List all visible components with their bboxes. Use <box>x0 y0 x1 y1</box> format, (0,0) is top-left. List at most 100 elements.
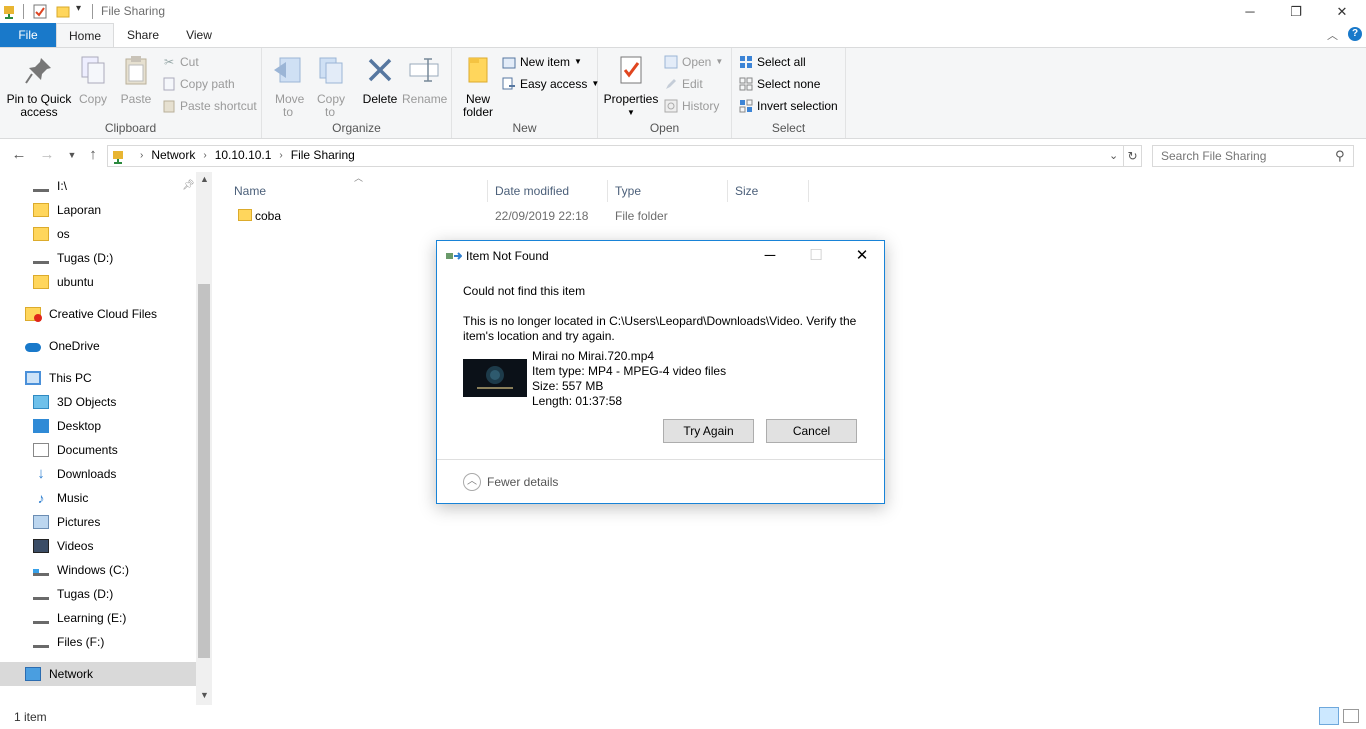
breadcrumb-file-sharing[interactable]: File Sharing <box>291 148 355 162</box>
new-item-icon <box>502 57 516 69</box>
videos-icon <box>33 539 49 553</box>
properties-quick-icon[interactable] <box>33 4 47 19</box>
try-again-button[interactable]: Try Again <box>663 419 754 443</box>
recent-locations-button[interactable]: ▼ <box>63 146 81 164</box>
nav-item-this-pc[interactable]: This PC <box>25 366 92 390</box>
copy-button[interactable]: Copy <box>76 54 110 106</box>
minimize-button[interactable]: ─ <box>1227 0 1273 23</box>
chevron-down-icon: ▼ <box>715 57 724 66</box>
network-folder-icon <box>113 151 123 164</box>
nav-item-tugas-d[interactable]: Tugas (D:) <box>33 246 113 270</box>
breadcrumb-separator-icon[interactable]: › <box>279 150 282 161</box>
column-header-date[interactable]: Date modified <box>487 180 608 202</box>
nav-item-tugas-d-2[interactable]: Tugas (D:) <box>33 582 113 606</box>
nav-item-downloads[interactable]: ↓ Downloads <box>33 462 116 486</box>
nav-item-windows-c[interactable]: Windows (C:) <box>33 558 129 582</box>
tab-home[interactable]: Home <box>56 23 114 48</box>
paste-shortcut-icon <box>163 100 175 113</box>
invert-selection-button[interactable]: Invert selection <box>739 96 838 116</box>
refresh-button[interactable]: ↻ <box>1124 145 1142 167</box>
nav-item-documents[interactable]: Documents <box>33 438 118 462</box>
address-dropdown-icon[interactable]: ⌄ <box>1109 149 1118 162</box>
up-button[interactable]: ↑ <box>84 146 102 164</box>
nav-item-ubuntu[interactable]: ubuntu <box>33 270 94 294</box>
customize-quick-access-icon[interactable]: ▾ <box>76 3 81 14</box>
breadcrumb-separator-icon[interactable]: › <box>140 150 143 161</box>
nav-item-desktop[interactable]: Desktop <box>33 414 101 438</box>
nav-item-i-drive[interactable]: I:\ <box>33 174 67 198</box>
address-bar[interactable]: › Network › 10.10.10.1 › File Sharing ⌄ <box>107 145 1124 167</box>
collapse-ribbon-icon[interactable]: ︿ <box>1327 27 1338 43</box>
easy-access-button[interactable]: Easy access ▼ <box>502 74 599 94</box>
nav-item-label: Downloads <box>57 467 117 481</box>
scroll-up-icon[interactable]: ▲ <box>200 174 209 184</box>
column-header-name[interactable]: Name <box>226 180 488 202</box>
paste-shortcut-button[interactable]: Paste shortcut <box>162 96 257 116</box>
search-input[interactable] <box>1161 149 1331 163</box>
dialog-close-button[interactable]: ✕ <box>839 241 885 271</box>
tab-share[interactable]: Share <box>114 23 172 47</box>
nav-item-onedrive[interactable]: OneDrive <box>25 334 100 358</box>
back-arrow-icon: ← <box>11 146 27 163</box>
column-header-type[interactable]: Type <box>607 180 728 202</box>
help-icon[interactable]: ? <box>1348 27 1362 41</box>
nav-item-files-f[interactable]: Files (F:) <box>33 630 104 654</box>
dialog-maximize-button[interactable]: ☐ <box>793 241 839 271</box>
nav-item-videos[interactable]: Videos <box>33 534 93 558</box>
nav-item-label: Desktop <box>57 419 102 433</box>
close-icon: ✕ <box>855 247 869 264</box>
nav-item-os[interactable]: os <box>33 222 70 246</box>
table-row[interactable]: coba 22/09/2019 22:18 File folder <box>226 204 826 226</box>
select-all-label: Select all <box>757 55 806 69</box>
scroll-thumb[interactable] <box>198 284 210 658</box>
edit-button[interactable]: Edit <box>664 74 703 94</box>
large-icons-view-icon[interactable] <box>1343 709 1359 723</box>
rename-button[interactable]: Rename <box>402 54 447 106</box>
nav-item-learning-e[interactable]: Learning (E:) <box>33 606 126 630</box>
select-all-button[interactable]: Select all <box>739 52 806 72</box>
nav-item-laporan[interactable]: Laporan <box>33 198 101 222</box>
column-header-size[interactable]: Size <box>727 180 809 202</box>
dialog-minimize-button[interactable]: ─ <box>747 241 793 271</box>
new-folder-button[interactable]: New folder <box>458 54 498 119</box>
ribbon: Pin to Quick access Copy Paste ✂ Cut Copy… <box>0 47 1366 139</box>
new-item-button[interactable]: New item ▼ <box>502 52 582 72</box>
new-folder-quick-icon[interactable] <box>56 4 70 19</box>
open-button[interactable]: Open ▼ <box>664 52 723 72</box>
fewer-details-button[interactable]: ︿ Fewer details <box>463 473 558 491</box>
history-button[interactable]: History <box>664 96 719 116</box>
select-all-icon <box>740 56 752 68</box>
scroll-down-icon[interactable]: ▼ <box>200 690 209 700</box>
video-thumbnail <box>463 359 527 397</box>
restore-button[interactable]: ❐ <box>1273 0 1319 23</box>
forward-button[interactable]: → <box>38 146 56 164</box>
paste-label: Paste <box>120 92 152 106</box>
tab-view[interactable]: View <box>172 23 226 47</box>
copy-path-button[interactable]: Copy path <box>162 74 235 94</box>
select-none-button[interactable]: Select none <box>739 74 820 94</box>
cut-button[interactable]: ✂ Cut <box>162 52 199 72</box>
tab-file[interactable]: File <box>0 23 56 47</box>
desktop-icon <box>33 419 49 433</box>
search-box[interactable]: ⚲ <box>1152 145 1354 167</box>
back-button[interactable]: ← <box>10 146 28 164</box>
details-view-icon[interactable] <box>1319 707 1339 725</box>
breadcrumb-network[interactable]: Network <box>151 148 195 162</box>
cancel-button[interactable]: Cancel <box>766 419 857 443</box>
nav-item-pictures[interactable]: Pictures <box>33 510 100 534</box>
pin-to-quick-access-button[interactable]: Pin to Quick access <box>4 54 74 119</box>
copy-to-button[interactable]: Copy to <box>310 54 350 119</box>
delete-button[interactable]: Delete <box>360 54 400 106</box>
breadcrumb-ip[interactable]: 10.10.10.1 <box>215 148 272 162</box>
nav-item-network[interactable]: Network <box>25 662 93 686</box>
nav-item-creative-cloud[interactable]: Creative Cloud Files <box>25 302 157 326</box>
nav-item-3d-objects[interactable]: 3D Objects <box>33 390 116 414</box>
breadcrumb-separator-icon[interactable]: › <box>203 150 206 161</box>
nav-item-label: Learning (E:) <box>57 611 127 625</box>
paste-button[interactable]: Paste <box>118 54 154 106</box>
properties-button[interactable]: Properties ▼ <box>602 54 660 119</box>
close-window-button[interactable]: ✕ <box>1319 0 1365 23</box>
nav-item-music[interactable]: ♪ Music <box>33 486 89 510</box>
nav-scrollbar[interactable]: ▲ ▼ <box>196 172 212 705</box>
move-to-button[interactable]: Move to <box>268 54 308 119</box>
